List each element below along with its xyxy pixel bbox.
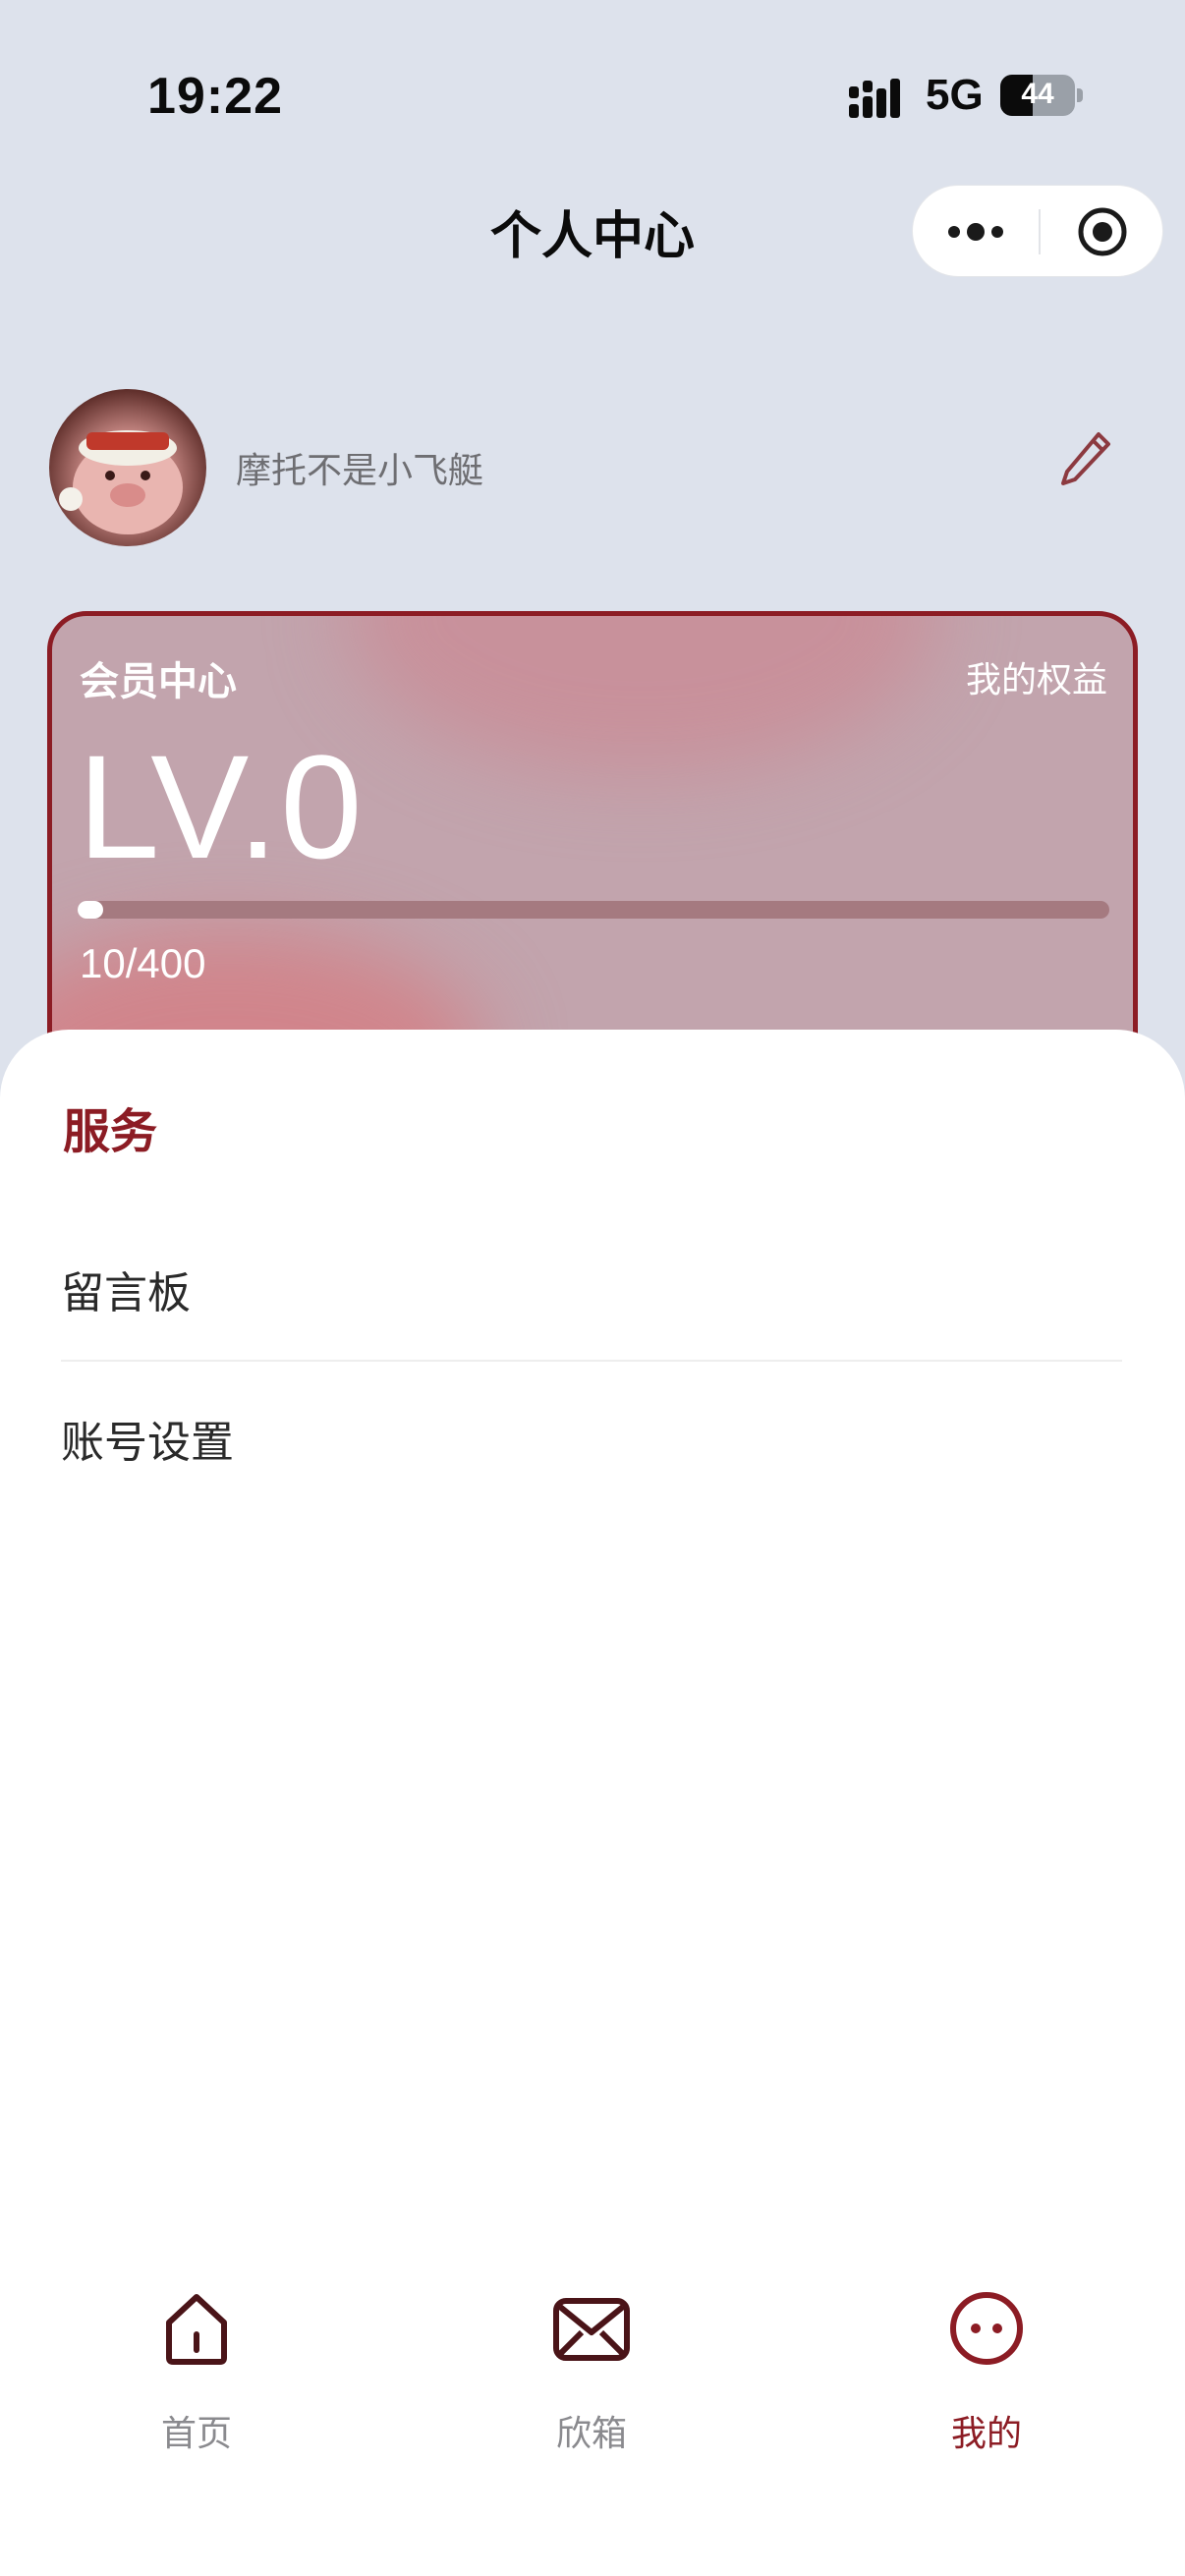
bottom-tab-bar: 首页 欣箱 我的 (0, 2260, 1185, 2576)
network-type: 5G (926, 71, 984, 119)
signal-icon (849, 79, 900, 118)
avatar[interactable] (49, 389, 206, 546)
pencil-icon (1061, 432, 1110, 485)
home-icon (166, 2294, 227, 2365)
personal-center-screen: 19:22 5G 44 个人中心 摩托不是小飞艇 会员中心 我的权益 LV.0 … (0, 0, 1185, 2576)
level-progress-fill (78, 901, 104, 919)
service-item-label: 留言板 (61, 1268, 191, 1318)
services-section-title: 服务 (63, 1104, 158, 1159)
level-progress-bar (78, 901, 1109, 919)
member-level: LV.0 (78, 724, 365, 889)
battery-percent: 44 (1021, 78, 1054, 110)
member-card[interactable]: 会员中心 我的权益 LV.0 10/400 (47, 611, 1138, 1083)
tab-label: 欣箱 (555, 2414, 627, 2454)
user-nickname: 摩托不是小飞艇 (236, 451, 484, 491)
tab-me[interactable]: 我的 (888, 2289, 1085, 2486)
close-button[interactable] (1041, 186, 1164, 278)
battery-icon: 44 (1000, 75, 1075, 116)
tab-label: 我的 (950, 2414, 1022, 2454)
more-dots-icon (948, 223, 1003, 241)
plush-pig-avatar-image (59, 430, 183, 534)
tab-home[interactable]: 首页 (98, 2289, 295, 2486)
edit-profile-button[interactable] (1059, 428, 1114, 489)
service-item-label: 账号设置 (61, 1418, 234, 1468)
my-benefits-link[interactable]: 我的权益 (966, 651, 1107, 702)
member-center-title: 会员中心 (80, 659, 237, 704)
more-button[interactable] (913, 186, 1039, 278)
battery-cap (1077, 88, 1083, 102)
mini-program-capsule (912, 185, 1163, 277)
tab-label: 首页 (160, 2414, 232, 2454)
service-item-message-board[interactable]: 留言板 (61, 1214, 1122, 1362)
service-item-account-settings[interactable]: 账号设置 (61, 1364, 1122, 1511)
status-time: 19:22 (147, 68, 283, 125)
tab-mailbox[interactable]: 欣箱 (493, 2289, 690, 2486)
face-icon (950, 2292, 1023, 2365)
target-close-icon (1078, 207, 1127, 256)
level-points: 10/400 (80, 940, 206, 986)
card-decoration (347, 616, 936, 773)
mail-icon (553, 2298, 630, 2361)
